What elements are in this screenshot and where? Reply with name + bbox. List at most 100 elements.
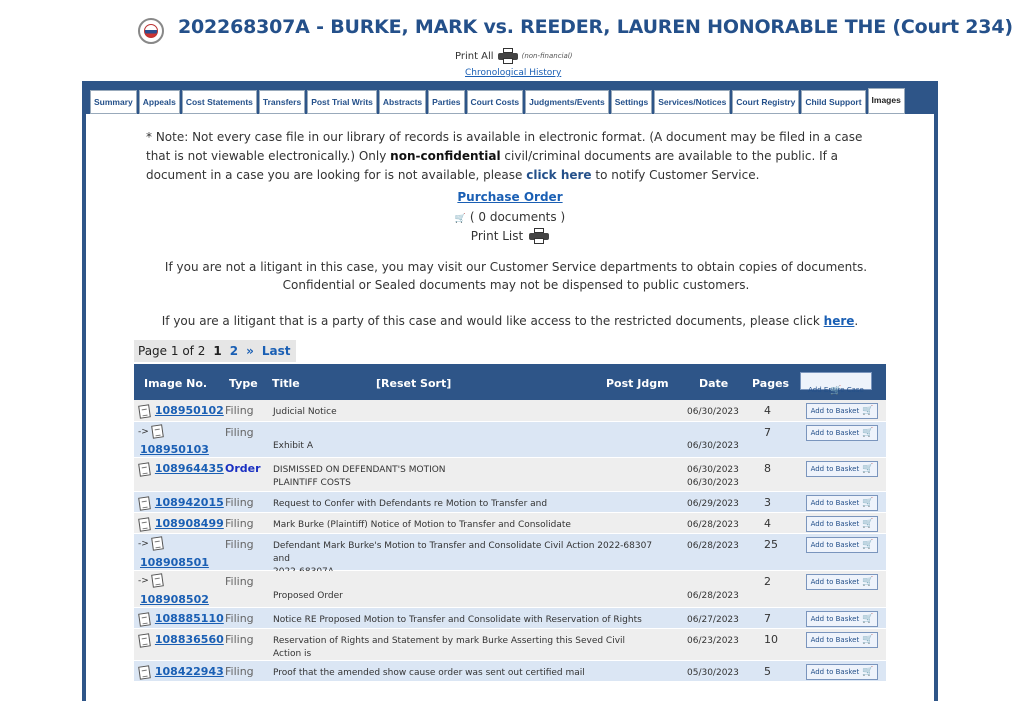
tab-parties[interactable]: Parties: [428, 90, 465, 114]
image-number-link[interactable]: 108950103: [140, 443, 209, 456]
col-post-jdgm[interactable]: Post Jdgm: [606, 377, 669, 390]
reset-sort-link[interactable]: [Reset Sort]: [376, 377, 451, 390]
page-2-link[interactable]: 2: [230, 344, 238, 358]
restricted-access-here-link[interactable]: here: [824, 314, 855, 328]
date-line: 06/30/2023: [687, 441, 739, 451]
add-entire-case-button[interactable]: Add Entire Case 🛒: [800, 372, 872, 396]
cart-icon: 🛒: [454, 214, 467, 224]
document-icon[interactable]: [138, 462, 151, 477]
print-list[interactable]: Print List: [86, 228, 934, 244]
pages-cell: 10: [764, 633, 778, 646]
tab-appeals[interactable]: Appeals: [138, 90, 180, 114]
tab-services-notices[interactable]: Services/Notices: [654, 90, 731, 114]
image-number-link[interactable]: 108836560: [155, 633, 224, 646]
tab-court-costs[interactable]: Court Costs: [466, 90, 524, 114]
image-number-link[interactable]: 108950102: [155, 404, 224, 417]
document-icon[interactable]: [138, 496, 151, 511]
case-title: 202268307A - BURKE, MARK vs. REEDER, LAU…: [178, 16, 1013, 38]
add-to-basket-button[interactable]: Add to Basket 🛒: [806, 632, 878, 648]
add-to-basket-button[interactable]: Add to Basket 🛒: [806, 461, 878, 477]
notify-click-here-link[interactable]: click here: [526, 168, 591, 182]
add-to-basket-button[interactable]: Add to Basket 🛒: [806, 495, 878, 511]
tab-child-support[interactable]: Child Support: [801, 90, 866, 114]
image-number-link[interactable]: 108942015: [155, 496, 224, 509]
title-line: Notice RE Proposed Motion to Transfer an…: [273, 615, 642, 625]
document-icon[interactable]: [138, 517, 151, 532]
tab-judgments-events[interactable]: Judgments/Events: [525, 90, 609, 114]
add-to-basket-button[interactable]: Add to Basket 🛒: [806, 537, 878, 553]
image-number-link[interactable]: 108908502: [140, 593, 209, 606]
add-to-basket-button[interactable]: Add to Basket 🛒: [806, 664, 878, 680]
image-number-link[interactable]: 108422943: [155, 665, 224, 678]
document-icon[interactable]: [150, 536, 164, 551]
image-number-link[interactable]: 108908501: [140, 556, 209, 569]
type-cell: Order: [225, 462, 261, 475]
document-icon[interactable]: [150, 573, 164, 588]
type-cell: Filing: [225, 404, 254, 417]
add-to-basket-button[interactable]: Add to Basket 🛒: [806, 403, 878, 419]
print-all[interactable]: Print All (non-financial): [455, 48, 572, 64]
tab-summary[interactable]: Summary: [90, 90, 137, 114]
image-cell: ->: [138, 536, 165, 551]
tab-post-trial-writs[interactable]: Post Trial Writs: [307, 90, 377, 114]
purchase-order-link[interactable]: Purchase Order: [86, 190, 934, 204]
printer-icon[interactable]: [529, 228, 550, 244]
document-icon[interactable]: [138, 665, 151, 680]
title-line-2: PLAINTIFF COSTS: [273, 478, 351, 488]
tab-images[interactable]: Images: [867, 88, 905, 114]
col-type[interactable]: Type: [229, 377, 258, 390]
add-to-basket-label[interactable]: Add to Basket: [811, 541, 860, 549]
date-cell: 06/29/2023: [687, 498, 739, 511]
document-icon[interactable]: [138, 612, 151, 627]
table-row: 108885110 Filing Notice RE Proposed Motio…: [134, 608, 886, 629]
add-to-basket-label[interactable]: Add to Basket: [811, 615, 860, 623]
add-to-basket-label[interactable]: Add to Basket: [811, 465, 860, 473]
add-to-basket-label[interactable]: Add to Basket: [811, 499, 860, 507]
last-page-link[interactable]: Last: [262, 344, 291, 358]
col-pages[interactable]: Pages: [752, 377, 789, 390]
add-to-basket-button[interactable]: Add to Basket 🛒: [806, 574, 878, 590]
title-line: Judicial Notice: [273, 407, 337, 417]
print-list-label[interactable]: Print List: [471, 229, 523, 243]
add-to-basket-label[interactable]: Add to Basket: [811, 407, 860, 415]
add-to-basket-label[interactable]: Add to Basket: [811, 578, 860, 586]
image-cell: 108950102: [138, 404, 224, 419]
image-cell: 108942015: [138, 496, 224, 511]
add-to-basket-label[interactable]: Add to Basket: [811, 668, 860, 676]
image-number-link[interactable]: 108964435: [155, 462, 224, 475]
tab-settings[interactable]: Settings: [610, 90, 653, 114]
table-row: -> 108908501 Filing Defendant Mark Burke'…: [134, 534, 886, 577]
add-to-basket-button[interactable]: Add to Basket 🛒: [806, 425, 878, 441]
date-line: 06/28/2023: [687, 541, 739, 551]
col-image-no[interactable]: Image No.: [144, 377, 207, 390]
printer-icon[interactable]: [497, 48, 518, 64]
tab-transfers[interactable]: Transfers: [258, 90, 306, 114]
date-line: 06/28/2023: [687, 520, 739, 530]
title-line: Mark Burke (Plaintiff) Notice of Motion …: [273, 520, 571, 530]
county-seal-logo: [138, 18, 164, 44]
image-number-link[interactable]: 108908499: [155, 517, 224, 530]
tab-abstracts[interactable]: Abstracts: [378, 90, 427, 114]
col-date[interactable]: Date: [699, 377, 728, 390]
add-to-basket-label[interactable]: Add to Basket: [811, 429, 860, 437]
title-cell: DISMISSED ON DEFENDANT'S MOTION PLAINTIFF…: [273, 464, 653, 490]
add-to-basket-label[interactable]: Add to Basket: [811, 636, 860, 644]
chronological-history-link[interactable]: Chronological History: [465, 68, 561, 78]
image-number-link[interactable]: 108885110: [155, 612, 224, 625]
pages-cell: 8: [764, 462, 771, 475]
document-icon[interactable]: [150, 424, 164, 439]
cart-icon: 🛒: [862, 498, 874, 508]
document-icon[interactable]: [138, 633, 151, 648]
add-to-basket-button[interactable]: Add to Basket 🛒: [806, 516, 878, 532]
print-all-label[interactable]: Print All: [455, 51, 494, 62]
type-cell: Filing: [225, 538, 254, 551]
next-page-link[interactable]: »: [246, 344, 254, 358]
tab-court-registry[interactable]: Court Registry: [732, 90, 800, 114]
tab-cost-statements[interactable]: Cost Statements: [181, 90, 257, 114]
add-to-basket-button[interactable]: Add to Basket 🛒: [806, 611, 878, 627]
col-title[interactable]: Title: [272, 377, 300, 390]
image-cell: 108964435: [138, 462, 224, 477]
document-icon[interactable]: [138, 404, 151, 419]
add-to-basket-label[interactable]: Add to Basket: [811, 520, 860, 528]
title-line: DISMISSED ON DEFENDANT'S MOTION: [273, 465, 446, 475]
